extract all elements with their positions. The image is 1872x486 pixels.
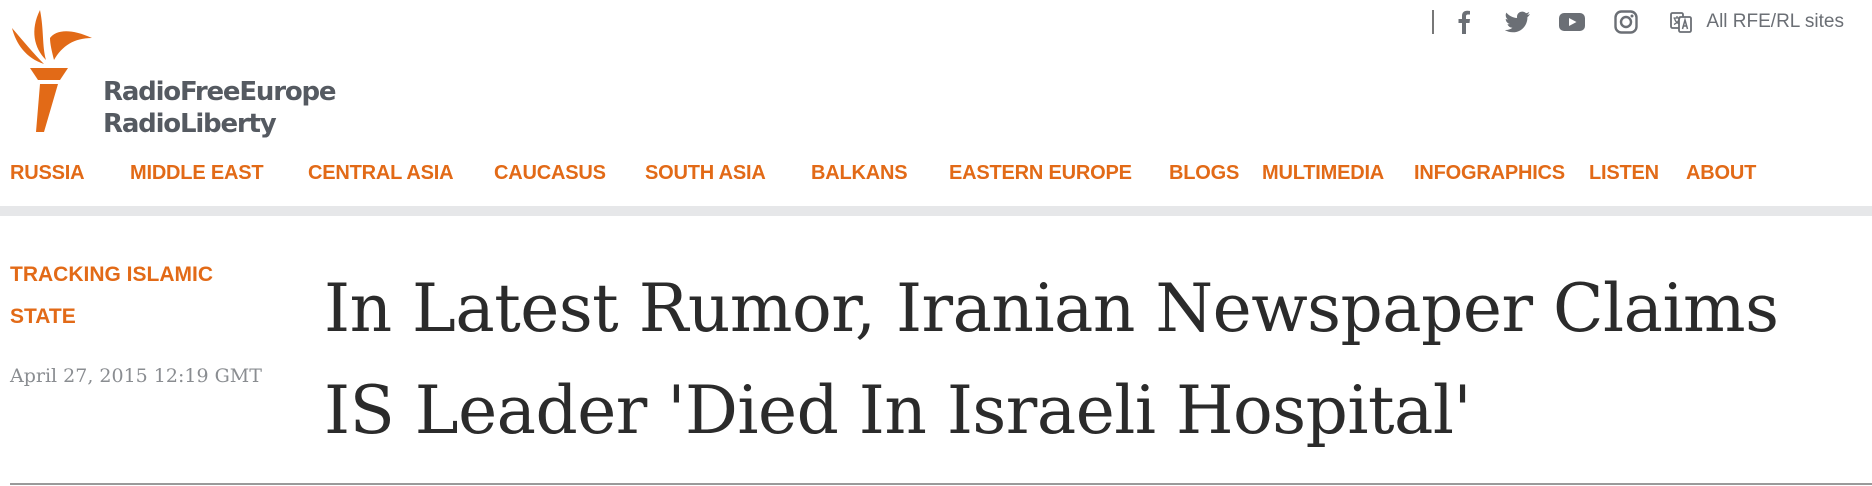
torch-logo-icon — [12, 10, 92, 132]
nav-item-balkans[interactable]: BALKANS — [811, 162, 908, 185]
logo-line-1: RadioFreeEurope — [103, 77, 337, 107]
translate-icon — [1670, 12, 1693, 33]
nav-item-infographics[interactable]: INFOGRAPHICS — [1414, 162, 1565, 185]
instagram-icon[interactable] — [1612, 8, 1640, 36]
main-nav: RUSSIA MIDDLE EAST CENTRAL ASIA CAUCASUS… — [0, 160, 1872, 192]
twitter-icon[interactable] — [1504, 8, 1532, 36]
content-divider — [10, 483, 1872, 485]
youtube-icon[interactable] — [1558, 8, 1586, 36]
facebook-icon[interactable] — [1450, 8, 1478, 36]
nav-item-south-asia[interactable]: SOUTH ASIA — [645, 162, 766, 185]
logo-line-2: RadioLiberty — [103, 109, 277, 139]
all-sites-link[interactable]: All RFE/RL sites — [1670, 11, 1844, 33]
article-date: April 27, 2015 12:19 GMT — [10, 365, 262, 387]
rferl-logo[interactable]: RadioFreeEurope RadioLiberty — [10, 8, 350, 139]
header-utility-bar: All RFE/RL sites — [1432, 7, 1844, 37]
utility-divider — [1432, 10, 1435, 34]
nav-item-about[interactable]: ABOUT — [1686, 162, 1756, 185]
logo-wordmark: RadioFreeEurope RadioLiberty — [103, 76, 337, 140]
nav-item-russia[interactable]: RUSSIA — [10, 162, 85, 185]
all-sites-label: All RFE/RL sites — [1706, 11, 1844, 32]
nav-item-multimedia[interactable]: MULTIMEDIA — [1262, 162, 1384, 185]
nav-item-listen[interactable]: LISTEN — [1589, 162, 1659, 185]
nav-item-blogs[interactable]: BLOGS — [1169, 162, 1239, 185]
nav-item-central-asia[interactable]: CENTRAL ASIA — [308, 162, 454, 185]
article-category-link[interactable]: TRACKING ISLAMIC STATE — [10, 254, 250, 338]
nav-separator — [0, 206, 1872, 216]
article-title: In Latest Rumor, Iranian Newspaper Claim… — [324, 270, 1779, 449]
nav-item-middle-east[interactable]: MIDDLE EAST — [130, 162, 264, 185]
nav-item-caucasus[interactable]: CAUCASUS — [494, 162, 606, 185]
nav-item-eastern-europe[interactable]: EASTERN EUROPE — [949, 162, 1132, 185]
